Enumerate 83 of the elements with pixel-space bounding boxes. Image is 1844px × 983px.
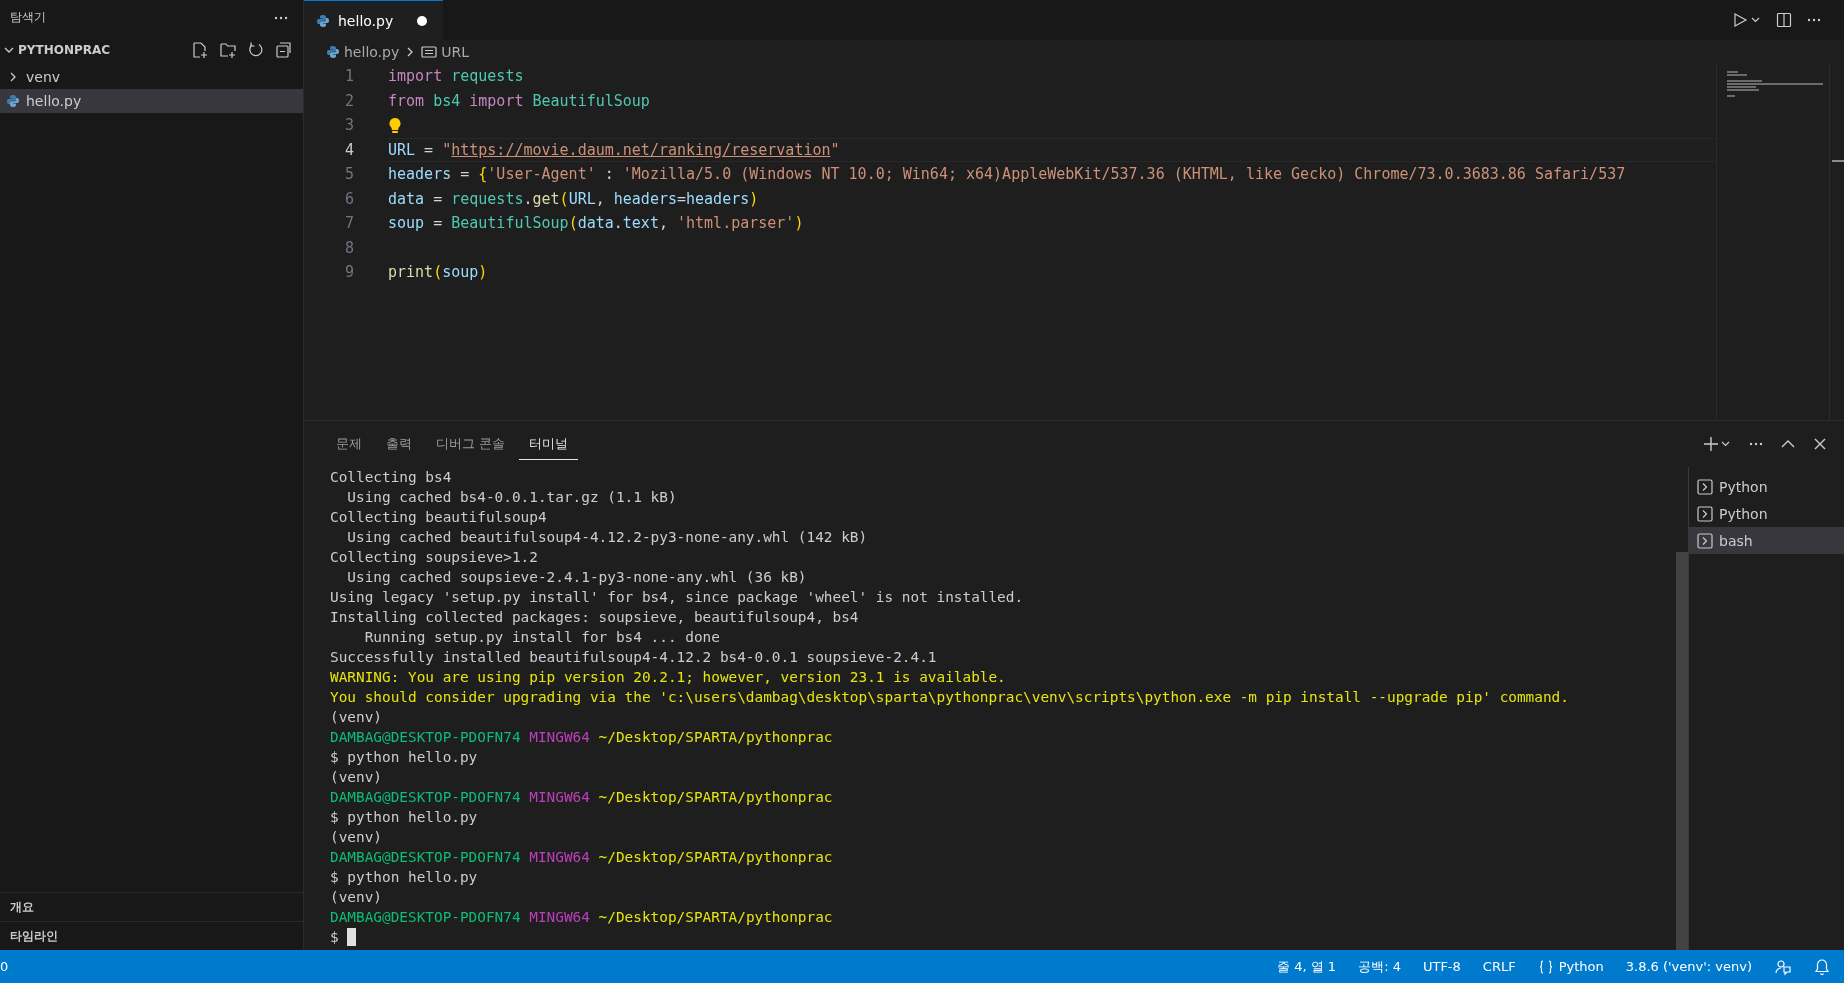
editor-tab[interactable]: hello.py (304, 0, 444, 40)
split-editor-icon[interactable] (1776, 12, 1792, 28)
terminal-line: Collecting beautifulsoup4 (330, 509, 547, 525)
code-line: print(soup) (388, 263, 488, 282)
terminal-line: Using cached soupsieve-2.4.1-py3-none-any.whl (36 kB) (346, 569, 807, 585)
terminal-line: (venv) (330, 769, 382, 785)
status-item[interactable]: 공백: 4 (1358, 957, 1401, 976)
code-line: soup = BeautifulSoup(data.text, 'html.parser') (388, 214, 804, 233)
lightbulb-icon[interactable] (388, 116, 402, 134)
panel-tab[interactable]: 문제 (326, 428, 372, 460)
terminal-line: (venv) (330, 829, 382, 845)
python-icon (316, 13, 330, 28)
add-terminal-icon[interactable] (1702, 435, 1732, 453)
panel-tab[interactable]: 출력 (376, 428, 422, 460)
line-number: 8 (343, 238, 354, 257)
terminal-line: WARNING: You are using pip version 20.2.1; however, version 23.1 is available. (330, 669, 1006, 685)
terminal-line: Collecting soupsieve>1.2 (330, 549, 538, 565)
terminal-line: $ python hello.py (330, 749, 478, 765)
terminal-line: DAMBAG@DESKTOP-PDOFN74 MINGW64 ~/Desktop/SPARTA/pythonprac (330, 909, 833, 925)
status-item[interactable]: UTF-8 (1422, 959, 1461, 974)
line-number: 2 (343, 91, 354, 110)
python-icon (326, 45, 340, 59)
section-title[interactable]: PYTHONPRAC (18, 43, 111, 57)
braces-icon (1537, 958, 1554, 975)
tree-item[interactable]: venv (0, 65, 303, 89)
code-line: from bs4 import BeautifulSoup (388, 91, 650, 110)
code-line: URL = "https://movie.daum.net/ranking/reservation" (388, 140, 840, 159)
tree-item[interactable]: hello.py (0, 89, 303, 113)
language-mode[interactable]: Python (1537, 958, 1604, 975)
terminal-line: DAMBAG@DESKTOP-PDOFN74 MINGW64 ~/Desktop/SPARTA/pythonprac (330, 789, 833, 805)
terminal-line: $ python hello.py (330, 809, 478, 825)
panel-tab[interactable]: 디버그 콘솔 (426, 428, 516, 460)
feedback-icon[interactable] (1774, 957, 1792, 976)
bell-icon[interactable] (1814, 957, 1830, 976)
line-number: 6 (343, 189, 354, 208)
code-line: data = requests.get(URL, headers=headers) (388, 189, 759, 208)
terminal-list-item[interactable]: Python (1689, 500, 1844, 527)
breadcrumb-item[interactable]: URL (441, 44, 469, 60)
line-number: 3 (343, 116, 354, 135)
sidebar-title: 탐색기 (10, 9, 46, 26)
terminal-line: Installing collected packages: soupsieve, beautifulsoup4, bs4 (330, 609, 859, 625)
panel-tab[interactable]: 터미널 (519, 428, 579, 460)
status-item[interactable]: 줄 4, 열 1 (1277, 957, 1337, 976)
terminal-icon (1697, 532, 1713, 549)
new-folder-icon[interactable] (219, 41, 237, 59)
status-item[interactable]: 0 (0, 959, 9, 974)
scrollbar-thumb[interactable] (1832, 160, 1844, 162)
line-number: 4 (343, 140, 354, 159)
line-number: 1 (343, 67, 354, 86)
close-icon[interactable] (1812, 436, 1828, 452)
code-line: import requests (388, 67, 524, 86)
scrollbar-thumb[interactable] (1676, 552, 1688, 950)
run-icon[interactable] (1732, 12, 1762, 28)
terminal-line: DAMBAG@DESKTOP-PDOFN74 MINGW64 ~/Desktop/SPARTA/pythonprac (330, 729, 833, 745)
line-number: 9 (343, 263, 354, 282)
terminal-line: DAMBAG@DESKTOP-PDOFN74 MINGW64 ~/Desktop/SPARTA/pythonprac (330, 849, 833, 865)
line-number: 7 (343, 214, 354, 233)
terminal-list-item[interactable]: Python (1689, 473, 1844, 500)
terminal-line: $ python hello.py (330, 869, 478, 885)
terminal-icon (1697, 478, 1713, 495)
breadcrumb-item[interactable]: hello.py (344, 44, 400, 60)
panel-section-header[interactable]: 개요 (0, 892, 303, 921)
terminal-line: Running setup.py install for bs4 ... done (363, 629, 720, 645)
status-item[interactable]: CRLF (1482, 959, 1516, 974)
terminal-line: Using cached bs4-0.0.1.tar.gz (1.1 kB) (346, 489, 677, 505)
python-icon (6, 94, 20, 108)
terminal-line: You should consider upgrading via the 'c:\users\dambag\desktop\sparta\pythonprac\venv\scripts\python.exe -m pip install --upgrade pip' command. (330, 689, 1569, 705)
terminal-list-item[interactable]: bash (1689, 527, 1844, 554)
terminal-line: Using legacy 'setup.py install' for bs4, since package 'wheel' is not installed. (330, 589, 1024, 605)
symbol-icon (421, 45, 438, 59)
terminal-line: (venv) (330, 709, 382, 725)
terminal-line: Collecting bs4 (330, 469, 452, 485)
terminal-line: $ (330, 929, 339, 945)
terminal-icon (1697, 505, 1713, 522)
status-item[interactable]: 3.8.6 ('venv': venv) (1625, 959, 1752, 974)
refresh-icon[interactable] (247, 41, 265, 59)
terminal-line: (venv) (330, 889, 382, 905)
line-number: 5 (343, 165, 354, 184)
code-line: headers = {'User-Agent' : 'Mozilla/5.0 (Windows NT 10.0; Win64; x64)AppleWebKit/537.36 (KHTML, like Gecko) Chrome/73.0.3683.86 Safari/537 (388, 165, 1626, 184)
terminal-line: Using cached beautifulsoup4-4.12.2-py3-none-any.whl (142 kB) (346, 529, 868, 545)
collapse-icon[interactable] (275, 41, 293, 59)
new-file-icon[interactable] (191, 41, 209, 59)
terminal-line: Successfully installed beautifulsoup4-4.12.2 bs4-0.0.1 soupsieve-2.4.1 (330, 649, 937, 665)
